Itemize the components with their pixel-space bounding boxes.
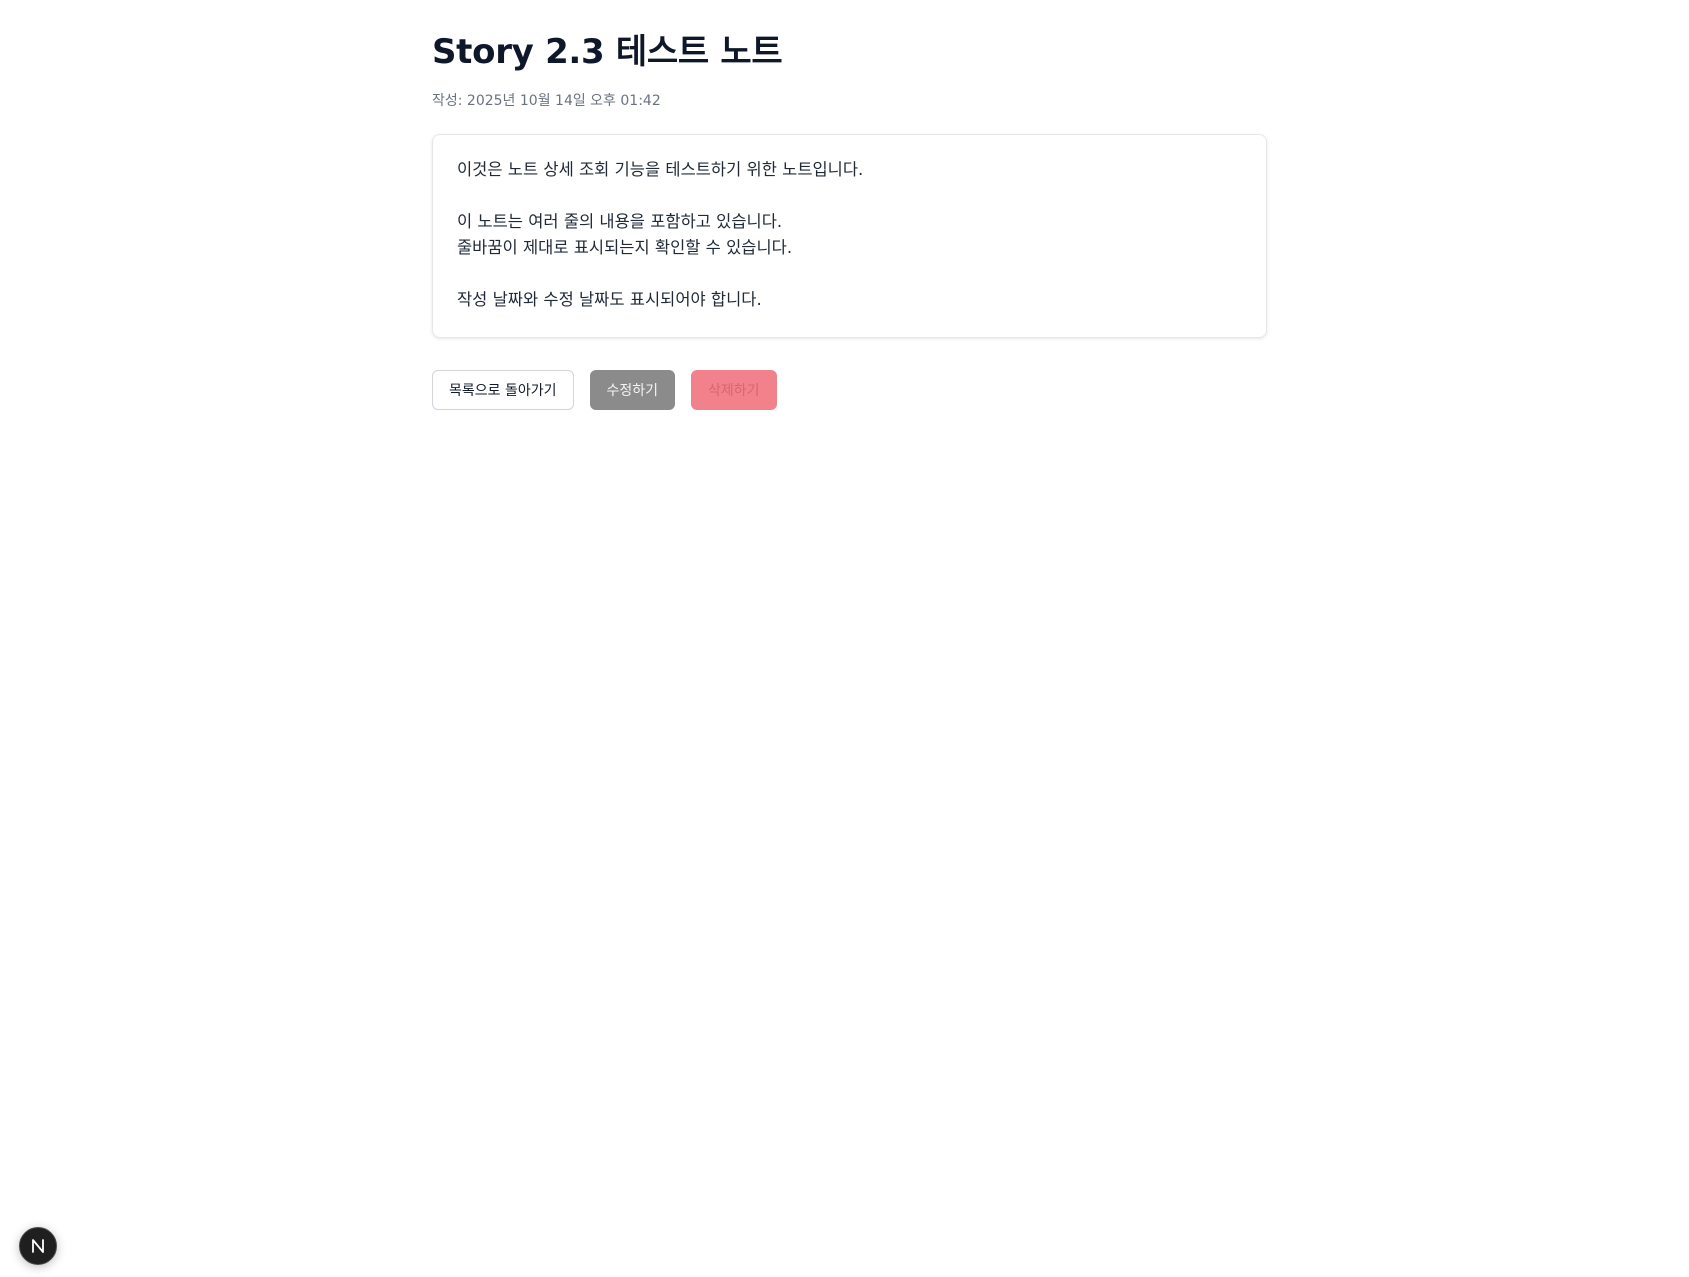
note-content-card: 이것은 노트 상세 조회 기능을 테스트하기 위한 노트입니다. 이 노트는 여… (432, 134, 1267, 338)
note-detail-page: Story 2.3 테스트 노트 작성: 2025년 10월 14일 오후 01… (432, 30, 1267, 410)
page-title: Story 2.3 테스트 노트 (432, 32, 783, 72)
nextjs-dev-badge[interactable] (19, 1227, 57, 1265)
content-line: 작성 날짜와 수정 날짜도 표시되어야 합니다. (457, 290, 762, 309)
delete-button[interactable]: 삭제하기 (691, 370, 777, 410)
content-line: 줄바꿈이 제대로 표시되는지 확인할 수 있습니다. (457, 238, 793, 257)
content-line-blank (457, 261, 1242, 287)
content-line-blank (457, 183, 1242, 209)
back-to-list-button[interactable]: 목록으로 돌아가기 (432, 370, 574, 410)
edit-button[interactable]: 수정하기 (589, 370, 676, 410)
created-date: 작성: 2025년 10월 14일 오후 01:42 (432, 93, 661, 109)
nextjs-logo-icon (32, 1239, 44, 1253)
note-actions: 목록으로 돌아가기 수정하기 삭제하기 (432, 370, 1267, 410)
content-line: 이 노트는 여러 줄의 내용을 포함하고 있습니다. (457, 212, 783, 231)
content-line: 이것은 노트 상세 조회 기능을 테스트하기 위한 노트입니다. (457, 160, 864, 179)
